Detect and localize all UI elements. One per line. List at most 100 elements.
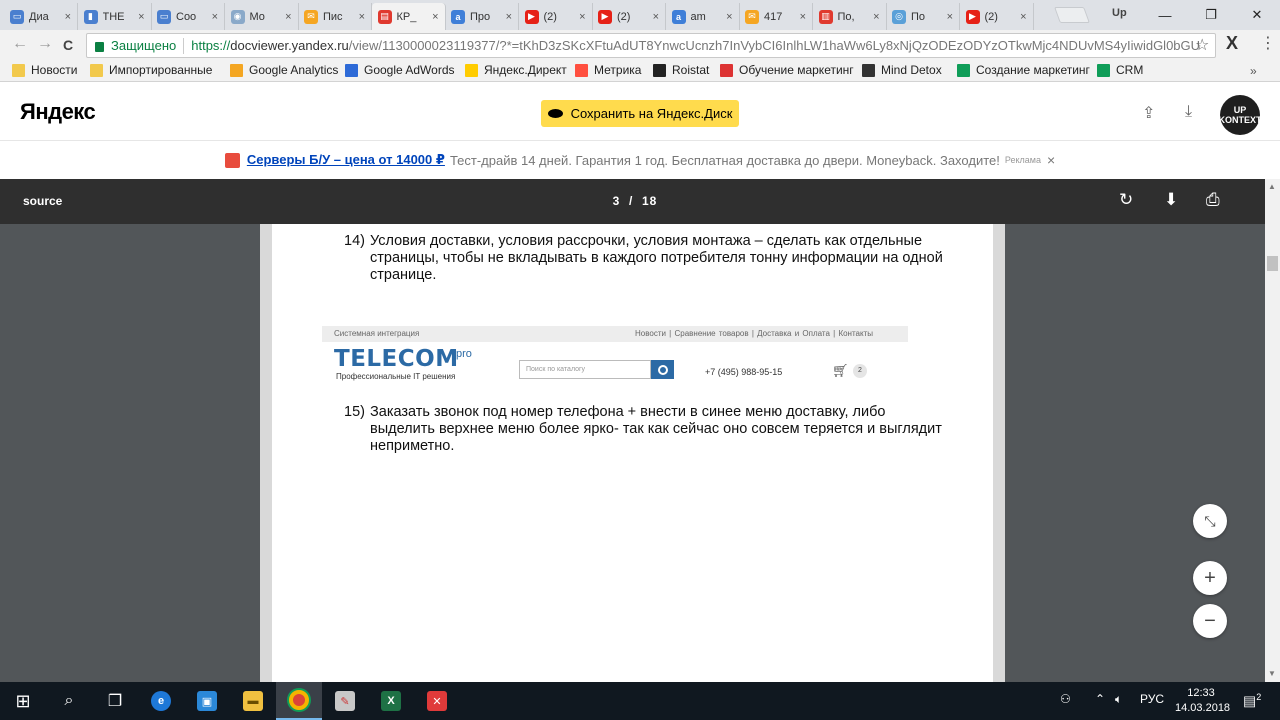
taskbar-chrome[interactable]: [276, 682, 322, 720]
url-host: docviewer.yandex.ru: [230, 38, 349, 53]
volume-icon[interactable]: 🔈︎: [1115, 692, 1122, 707]
extension-x-icon[interactable]: X: [1226, 33, 1238, 54]
bookmark-item[interactable]: Google AdWords: [345, 63, 455, 77]
vertical-scrollbar[interactable]: ▲ ▼: [1265, 179, 1280, 682]
bookmark-item[interactable]: Mind Detox: [862, 63, 942, 77]
print-icon[interactable]: ⎙: [1206, 190, 1220, 210]
taskbar-excel[interactable]: X: [368, 682, 414, 720]
tray-chevron-icon[interactable]: ⌃: [1095, 692, 1105, 706]
system-clock[interactable]: 12:33 14.03.2018: [1175, 686, 1231, 716]
tab-title: THE: [102, 10, 125, 23]
tab-close-icon[interactable]: ×: [506, 11, 512, 23]
tab-close-icon[interactable]: ×: [653, 11, 659, 23]
tab-favicon-icon: ▤: [377, 9, 392, 24]
tab-close-icon[interactable]: ×: [65, 11, 71, 23]
bookmark-label: Яндекс.Директ: [484, 63, 567, 77]
taskbar-store[interactable]: ▣: [184, 682, 230, 720]
taskbar-edge[interactable]: e: [138, 682, 184, 720]
input-language[interactable]: РУС: [1140, 692, 1164, 706]
browser-tab[interactable]: ▭ Диа ×: [4, 3, 78, 30]
fit-page-button[interactable]: ⤡: [1193, 504, 1227, 538]
task-view-button[interactable]: ❐: [92, 682, 138, 720]
tab-close-icon[interactable]: ×: [1020, 11, 1026, 23]
bookmark-item[interactable]: Создание маркетинг: [957, 63, 1090, 77]
tab-favicon-icon: ▶: [524, 9, 539, 24]
download-document-icon[interactable]: ⬇: [1164, 190, 1178, 210]
people-icon[interactable]: ⚇: [1060, 692, 1071, 706]
close-window-button[interactable]: ✕: [1234, 7, 1280, 23]
download-icon[interactable]: ⤓: [1185, 103, 1192, 121]
tab-close-icon[interactable]: ×: [947, 11, 953, 23]
address-bar[interactable]: Защищено https://docviewer.yandex.ru/vie…: [86, 33, 1216, 58]
security-indicator[interactable]: Защищено: [87, 38, 176, 53]
browser-tab[interactable]: ▤ КР_ ×: [371, 3, 446, 30]
ad-close-icon[interactable]: ×: [1047, 152, 1055, 168]
document-viewport[interactable]: 14) Условия доставки, условия рассрочки,…: [0, 224, 1265, 682]
tab-close-icon[interactable]: ×: [285, 11, 291, 23]
clock-time: 12:33: [1187, 687, 1215, 699]
browser-tab[interactable]: ▭ Coo ×: [151, 3, 225, 30]
taskbar-app-red[interactable]: ✕: [414, 682, 460, 720]
back-button[interactable]: ←: [12, 35, 28, 53]
scroll-thumb[interactable]: [1267, 256, 1278, 271]
taskbar-explorer[interactable]: ▬: [230, 682, 276, 720]
bookmark-icon: [345, 63, 358, 77]
bookmark-icon: [12, 63, 25, 77]
bookmarks-overflow-icon[interactable]: »: [1250, 64, 1257, 78]
bookmark-item[interactable]: Импортированные: [90, 63, 212, 77]
zoom-in-button[interactable]: +: [1193, 561, 1227, 595]
ad-link[interactable]: Серверы Б/У – цена от 14000 ₽: [247, 152, 445, 168]
scroll-up-icon[interactable]: ▲: [1268, 182, 1276, 191]
tab-close-icon[interactable]: ×: [432, 11, 438, 23]
maximize-button[interactable]: ❐: [1188, 7, 1234, 23]
tab-close-icon[interactable]: ×: [212, 11, 218, 23]
browser-tab[interactable]: ▶ (2) ×: [960, 3, 1034, 30]
tab-close-icon[interactable]: ×: [873, 11, 879, 23]
forward-button[interactable]: →: [37, 35, 53, 53]
bookmark-item[interactable]: Обучение маркетинг: [720, 63, 854, 77]
browser-tab[interactable]: ◎ По ×: [886, 3, 960, 30]
start-button[interactable]: ⊞: [0, 682, 46, 720]
bookmark-item[interactable]: Метрика: [575, 63, 641, 77]
tab-close-icon[interactable]: ×: [579, 11, 585, 23]
browser-tab[interactable]: ▶ (2) ×: [592, 3, 666, 30]
taskbar-app-paint[interactable]: ✎: [322, 682, 368, 720]
share-icon[interactable]: ⇪: [1142, 103, 1155, 123]
browser-tab[interactable]: a am ×: [666, 3, 740, 30]
browser-tab[interactable]: ▮ THE ×: [78, 3, 152, 30]
user-avatar[interactable]: UP KONTEXT: [1219, 95, 1262, 135]
tab-close-icon[interactable]: ×: [800, 11, 806, 23]
bookmark-star-icon[interactable]: ☆: [1195, 35, 1209, 55]
bookmark-item[interactable]: CRM: [1097, 63, 1143, 77]
tab-close-icon[interactable]: ×: [138, 11, 144, 23]
tab-close-icon[interactable]: ×: [726, 11, 732, 23]
scroll-down-icon[interactable]: ▼: [1268, 669, 1276, 678]
bookmark-item[interactable]: Google Analytics: [230, 63, 338, 77]
bookmark-label: Обучение маркетинг: [739, 63, 854, 77]
clock-date: 14.03.2018: [1175, 702, 1231, 714]
tab-close-icon[interactable]: ×: [359, 11, 365, 23]
new-tab-button[interactable]: [1054, 7, 1090, 23]
minimize-button[interactable]: —: [1142, 8, 1188, 23]
browser-tab[interactable]: ▥ По, ×: [813, 3, 887, 30]
browser-tab[interactable]: ◉ Мо ×: [225, 3, 299, 30]
save-to-disk-button[interactable]: Сохранить на Яндекс.Диск: [541, 100, 739, 127]
browser-tab[interactable]: ✉ Пис ×: [298, 3, 372, 30]
notifications-icon[interactable]: ▤2: [1243, 692, 1261, 710]
zoom-out-button[interactable]: −: [1193, 604, 1227, 638]
bookmark-item[interactable]: Яндекс.Директ: [465, 63, 567, 77]
site-tagline-top: Системная интеграция: [334, 329, 420, 338]
browser-menu-icon[interactable]: ⋮: [1260, 33, 1276, 53]
browser-tab[interactable]: a Про ×: [445, 3, 519, 30]
browser-tab[interactable]: ▶ (2) ×: [519, 3, 593, 30]
rotate-icon[interactable]: ↻: [1119, 190, 1133, 210]
browser-tab[interactable]: ✉ 417 ×: [739, 3, 813, 30]
yandex-logo[interactable]: Яндекс: [20, 99, 96, 125]
reload-button[interactable]: C: [63, 37, 73, 53]
url-text[interactable]: https://docviewer.yandex.ru/view/1130000…: [191, 38, 1215, 53]
bookmark-item[interactable]: Roistat: [653, 63, 709, 77]
tab-favicon-icon: ▭: [157, 9, 171, 24]
search-button[interactable]: ⌕: [46, 682, 92, 720]
bookmark-item[interactable]: Новости: [12, 63, 77, 77]
profile-button[interactable]: Up: [1112, 7, 1127, 19]
